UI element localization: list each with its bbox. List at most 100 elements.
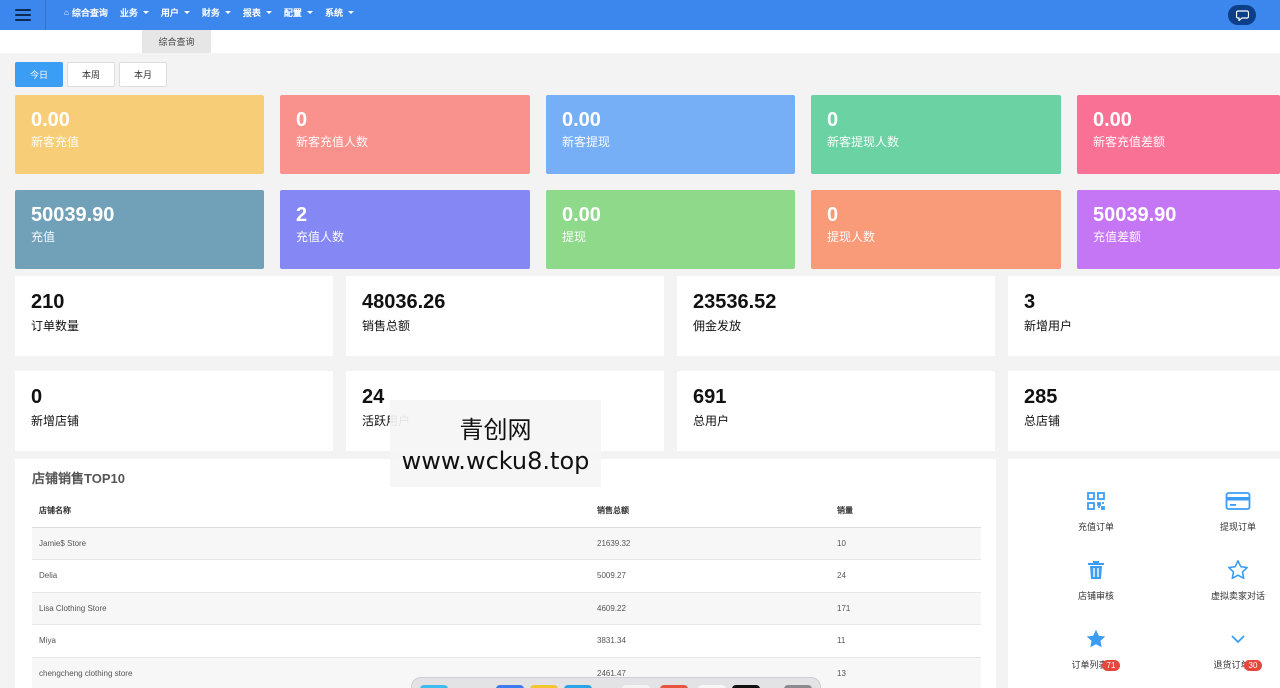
watermark-line2: www.wcku8.top: [401, 447, 590, 475]
nav-label: 用户: [160, 7, 179, 18]
store-sales-table: 店铺名称 销售总额 销量 Jamie$ Store 21639.32 10 Deli…: [32, 495, 981, 688]
table-cell: Jamie$ Store: [32, 527, 590, 560]
shortcut-recharge-orders[interactable]: 充值订单: [1041, 489, 1151, 533]
shortcut-label: 提现订单: [1219, 522, 1256, 532]
stat-label: 总用户: [693, 414, 730, 428]
stat-card-new-recharge-users: 0 新客充值人数: [280, 95, 530, 174]
stat-label: 销售总额: [362, 319, 411, 333]
nav-label: 系统: [324, 7, 343, 18]
stat-label: 新增用户: [1024, 319, 1073, 333]
stat-card-new-withdraw-users: 0 新客提现人数: [811, 95, 1061, 174]
watermark-line1: 青创网: [459, 416, 532, 444]
table-cell: Delia: [32, 559, 590, 593]
period-week-button[interactable]: 本周: [67, 62, 116, 87]
caret-down-icon: [306, 10, 313, 14]
nav-item-finance[interactable]: 财务: [196, 6, 237, 19]
stat-label: 佣金发放: [693, 319, 742, 333]
stat-card-new-users: 3 新增用户: [1008, 276, 1280, 356]
table-row: Jamie$ Store 21639.32 10: [32, 527, 981, 560]
stat-card-new-recharge: 0.00 新客充值: [15, 95, 264, 174]
stat-label: 总店铺: [1024, 414, 1061, 428]
stat-value: 210: [31, 291, 65, 313]
caret-down-icon: [265, 10, 272, 14]
table-cell: 11: [830, 624, 981, 658]
nav-item-business[interactable]: 业务: [114, 6, 155, 19]
stat-label: 新客充值: [31, 135, 80, 149]
nav-label: 配置: [283, 7, 302, 18]
stat-value: 0.00: [1093, 109, 1132, 131]
nav-item-users[interactable]: 用户: [155, 6, 196, 19]
stat-label: 充值人数: [296, 230, 345, 244]
period-today-button[interactable]: 今日: [15, 62, 64, 87]
nav-item-config[interactable]: 配置: [278, 6, 319, 19]
store-sales-top10-panel: 店铺销售TOP10 店铺名称 销售总额 销量 Jamie$ Store 21639…: [15, 459, 996, 688]
nav-home-label: 综合查询: [71, 7, 108, 18]
hamburger-icon: [14, 9, 31, 21]
table-cell: Lisa Clothing Store: [32, 592, 590, 625]
column-header-store-name: 店铺名称: [32, 495, 590, 528]
stat-card-sales-total: 48036.26 销售总额: [346, 276, 664, 356]
table-header-row: 店铺名称 销售总额 销量: [32, 495, 981, 528]
stat-value: 0: [827, 109, 839, 131]
qrcode-icon: [1087, 492, 1105, 510]
panel-title: 店铺销售TOP10: [32, 471, 125, 486]
shortcuts-panel: 充值订单 提现订单 店铺审核 虚拟卖家对话 订单列表71 退货订单30: [1008, 459, 1280, 688]
table-cell: 10: [830, 527, 981, 560]
tab-overview[interactable]: 综合查询: [142, 30, 211, 53]
column-header-sales-total: 销售总额: [590, 495, 830, 528]
stat-card-total-stores: 285 总店铺: [1008, 371, 1280, 451]
stat-label: 新客充值人数: [296, 135, 369, 149]
period-month-button[interactable]: 本月: [119, 62, 168, 87]
count-badge: 30: [1243, 660, 1263, 672]
count-badge: 71: [1101, 660, 1121, 672]
stat-label: 新客提现: [562, 135, 611, 149]
main-nav: ⌂ 综合查询 业务 用户 财务 报表 配置 系统: [58, 0, 360, 24]
page-tab-bar: 综合查询: [0, 30, 1280, 53]
period-selector: 今日 本周 本月: [15, 62, 168, 87]
table-row: Lisa Clothing Store 4609.22 171: [32, 592, 981, 625]
stat-value: 23536.52: [693, 291, 777, 313]
nav-item-reports[interactable]: 报表: [237, 6, 278, 19]
table-cell: 24: [830, 559, 981, 593]
shortcut-label: 店铺审核: [1077, 591, 1114, 601]
menu-toggle-button[interactable]: [0, 0, 46, 30]
stat-label: 提现人数: [827, 230, 876, 244]
chat-button[interactable]: [1228, 5, 1256, 25]
stat-label: 充值差额: [1093, 230, 1142, 244]
trash-icon: [1088, 561, 1104, 579]
stat-value: 0.00: [31, 109, 70, 131]
stat-label: 订单数量: [31, 319, 80, 333]
caret-down-icon: [347, 10, 354, 14]
caret-down-icon: [142, 10, 149, 14]
stat-card-commission: 23536.52 佣金发放: [677, 276, 995, 356]
table-cell: Miya: [32, 624, 590, 658]
chevron-down-icon: [1231, 635, 1245, 644]
watermark-overlay: 青创网 www.wcku8.top: [390, 400, 601, 487]
stat-value: 3: [1024, 291, 1036, 313]
star-icon: [1086, 629, 1106, 648]
table-cell: 13: [830, 657, 981, 688]
shortcut-virtual-seller-chat[interactable]: 虚拟卖家对话: [1183, 558, 1280, 602]
nav-label: 财务: [201, 7, 220, 18]
shortcut-store-review[interactable]: 店铺审核: [1041, 558, 1151, 602]
stat-label: 新客充值差额: [1093, 135, 1166, 149]
table-cell: 21639.32: [590, 527, 830, 560]
nav-item-system[interactable]: 系统: [319, 6, 360, 19]
stat-value: 48036.26: [362, 291, 446, 313]
stat-value: 50039.90: [1093, 204, 1177, 226]
nav-label: 报表: [242, 7, 261, 18]
shortcut-label: 虚拟卖家对话: [1210, 591, 1265, 601]
stat-value: 2: [296, 204, 308, 226]
stat-card-new-withdraw: 0.00 新客提现: [546, 95, 795, 174]
top-navbar: ⌂ 综合查询 业务 用户 财务 报表 配置 系统: [0, 0, 1280, 30]
stat-card-recharge: 50039.90 充值: [15, 190, 264, 269]
shortcut-label: 充值订单: [1077, 522, 1114, 532]
shortcut-order-list[interactable]: 订单列表71: [1041, 627, 1151, 672]
stat-label: 提现: [562, 230, 587, 244]
stat-card-withdraw: 0.00 提现: [546, 190, 795, 269]
nav-item-home[interactable]: ⌂ 综合查询: [58, 6, 114, 19]
shortcut-withdraw-orders[interactable]: 提现订单: [1183, 489, 1280, 533]
star-outline-icon: [1228, 560, 1248, 580]
stat-value: 285: [1024, 386, 1058, 408]
shortcut-return-orders[interactable]: 退货订单30: [1183, 627, 1280, 672]
